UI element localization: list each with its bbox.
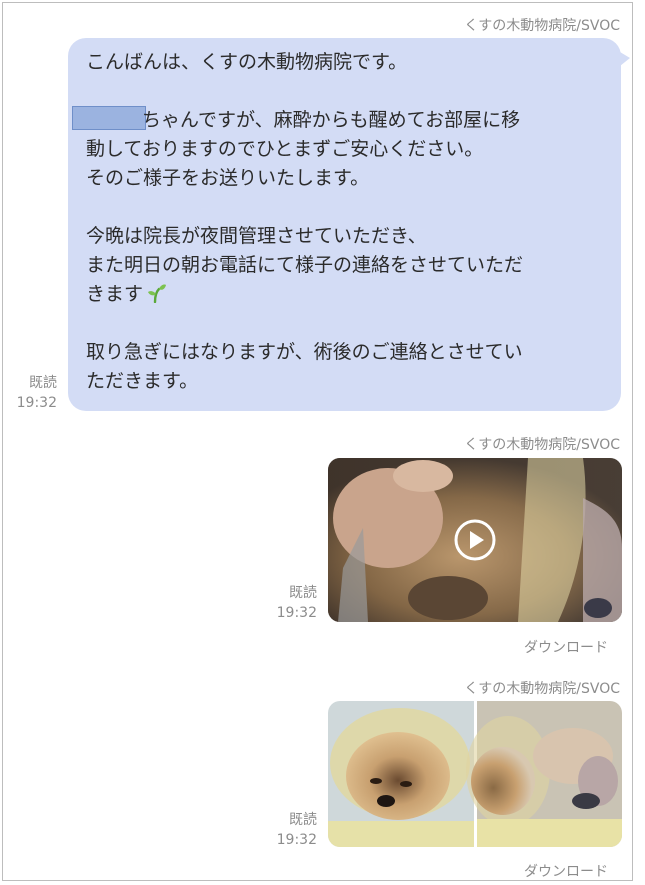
message-line: 取り急ぎにはなりますが、術後のご連絡とさせてい <box>86 341 523 363</box>
photo-images <box>328 701 622 847</box>
message-line: こんばんは、くすの木動物病院です。 <box>86 51 408 73</box>
read-receipt: 既読 19:32 <box>13 373 57 413</box>
sender-name: くすの木動物病院/SVOC <box>464 681 620 697</box>
message-bubble[interactable]: こんばんは、くすの木動物病院です。 ちゃんですが、麻酔からも醒めてお部屋に移 動… <box>68 38 630 411</box>
photo-album[interactable] <box>328 701 622 847</box>
download-link[interactable]: ダウンロード <box>524 861 608 880</box>
sender-name: くすの木動物病院/SVOC <box>464 18 620 34</box>
message-line: ただきます。 <box>86 370 199 392</box>
download-link[interactable]: ダウンロード <box>524 637 608 657</box>
read-label: 既読 <box>29 375 57 391</box>
video-thumbnail[interactable] <box>328 458 622 622</box>
redacted-name <box>72 106 146 130</box>
timestamp: 19:32 <box>276 832 317 848</box>
message-line: ちゃんですが、麻酔からも醒めてお部屋に移 <box>72 106 607 135</box>
message-line: そのご様子をお送りいたします。 <box>86 167 370 189</box>
timestamp: 19:32 <box>276 605 317 621</box>
read-receipt: 既読 19:32 <box>273 583 317 623</box>
sender-name: くすの木動物病院/SVOC <box>464 437 620 453</box>
read-label: 既読 <box>289 812 317 828</box>
message-line: 動しておりますのでひとまずご安心ください。 <box>86 138 484 160</box>
chat-window: くすの木動物病院/SVOC こんばんは、くすの木動物病院です。 ちゃんですが、麻… <box>2 2 633 881</box>
read-receipt: 既読 19:32 <box>273 810 317 850</box>
play-icon[interactable] <box>453 518 497 562</box>
message-line: 今晩は院長が夜間管理させていただき、 <box>86 225 427 247</box>
message-line-blank <box>86 77 607 106</box>
message-line: きます <box>86 280 607 309</box>
read-label: 既読 <box>289 585 317 601</box>
message-line-blank <box>86 193 607 222</box>
message-line: また明日の朝お電話にて様子の連絡をさせていただ <box>86 254 524 276</box>
message-line-blank <box>86 309 607 338</box>
sprout-emoji-icon <box>148 284 167 303</box>
timestamp: 19:32 <box>16 395 57 411</box>
